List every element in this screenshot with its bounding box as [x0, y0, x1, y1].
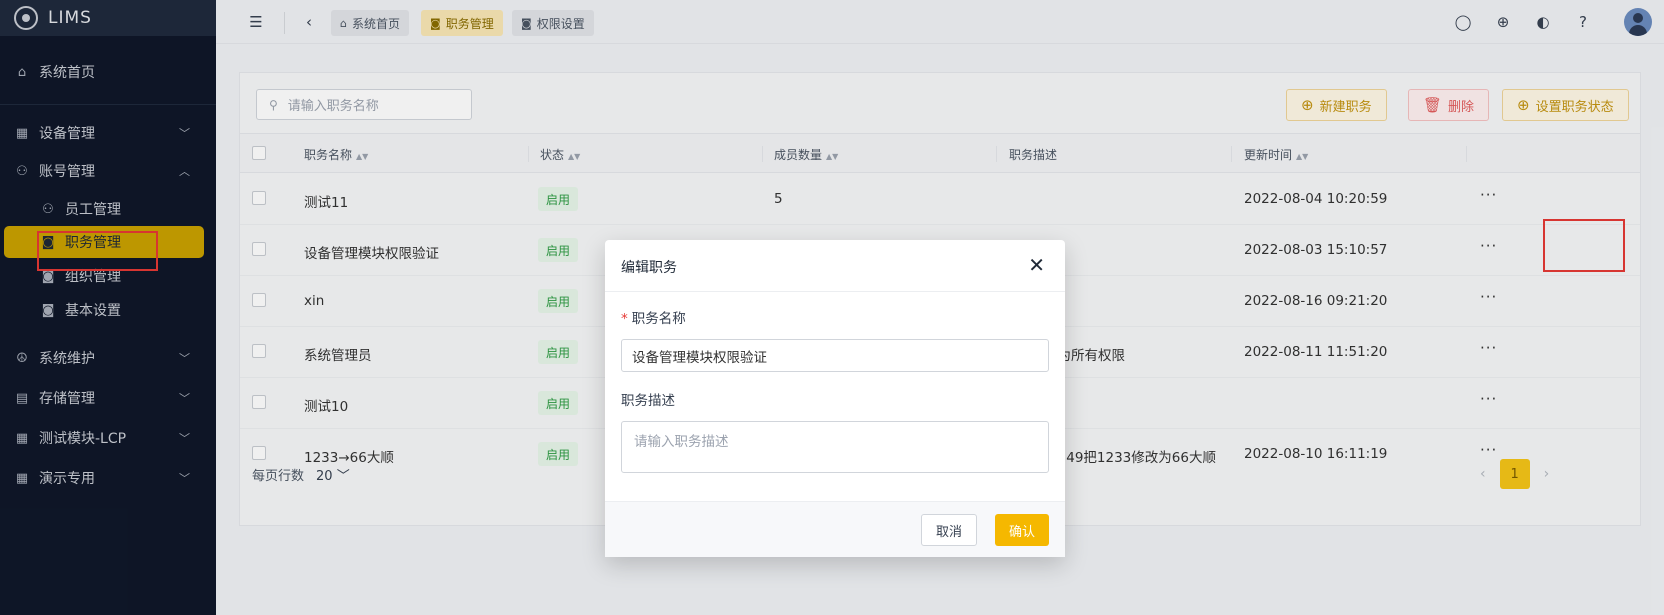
label-text: 职务名称 — [631, 311, 686, 327]
confirm-button[interactable]: 确认 — [994, 514, 1049, 546]
edit-position-dialog: 编辑职务 ✕ * 职务名称 设备管理模块权限验证 职务描述 请输入职务描述 取消 … — [605, 240, 1065, 557]
position-description-input[interactable]: 请输入职务描述 — [621, 421, 1049, 473]
dialog-header: 编辑职务 ✕ — [605, 240, 1065, 292]
name-label: * 职务名称 — [621, 307, 686, 327]
close-icon[interactable]: ✕ — [1028, 253, 1045, 277]
position-name-input[interactable]: 设备管理模块权限验证 — [621, 339, 1049, 372]
cancel-button[interactable]: 取消 — [920, 514, 977, 546]
dialog-title: 编辑职务 — [621, 260, 677, 276]
description-label: 职务描述 — [621, 393, 675, 409]
dialog-footer: 取消 确认 — [605, 501, 1065, 557]
required-marker: * — [621, 311, 628, 327]
